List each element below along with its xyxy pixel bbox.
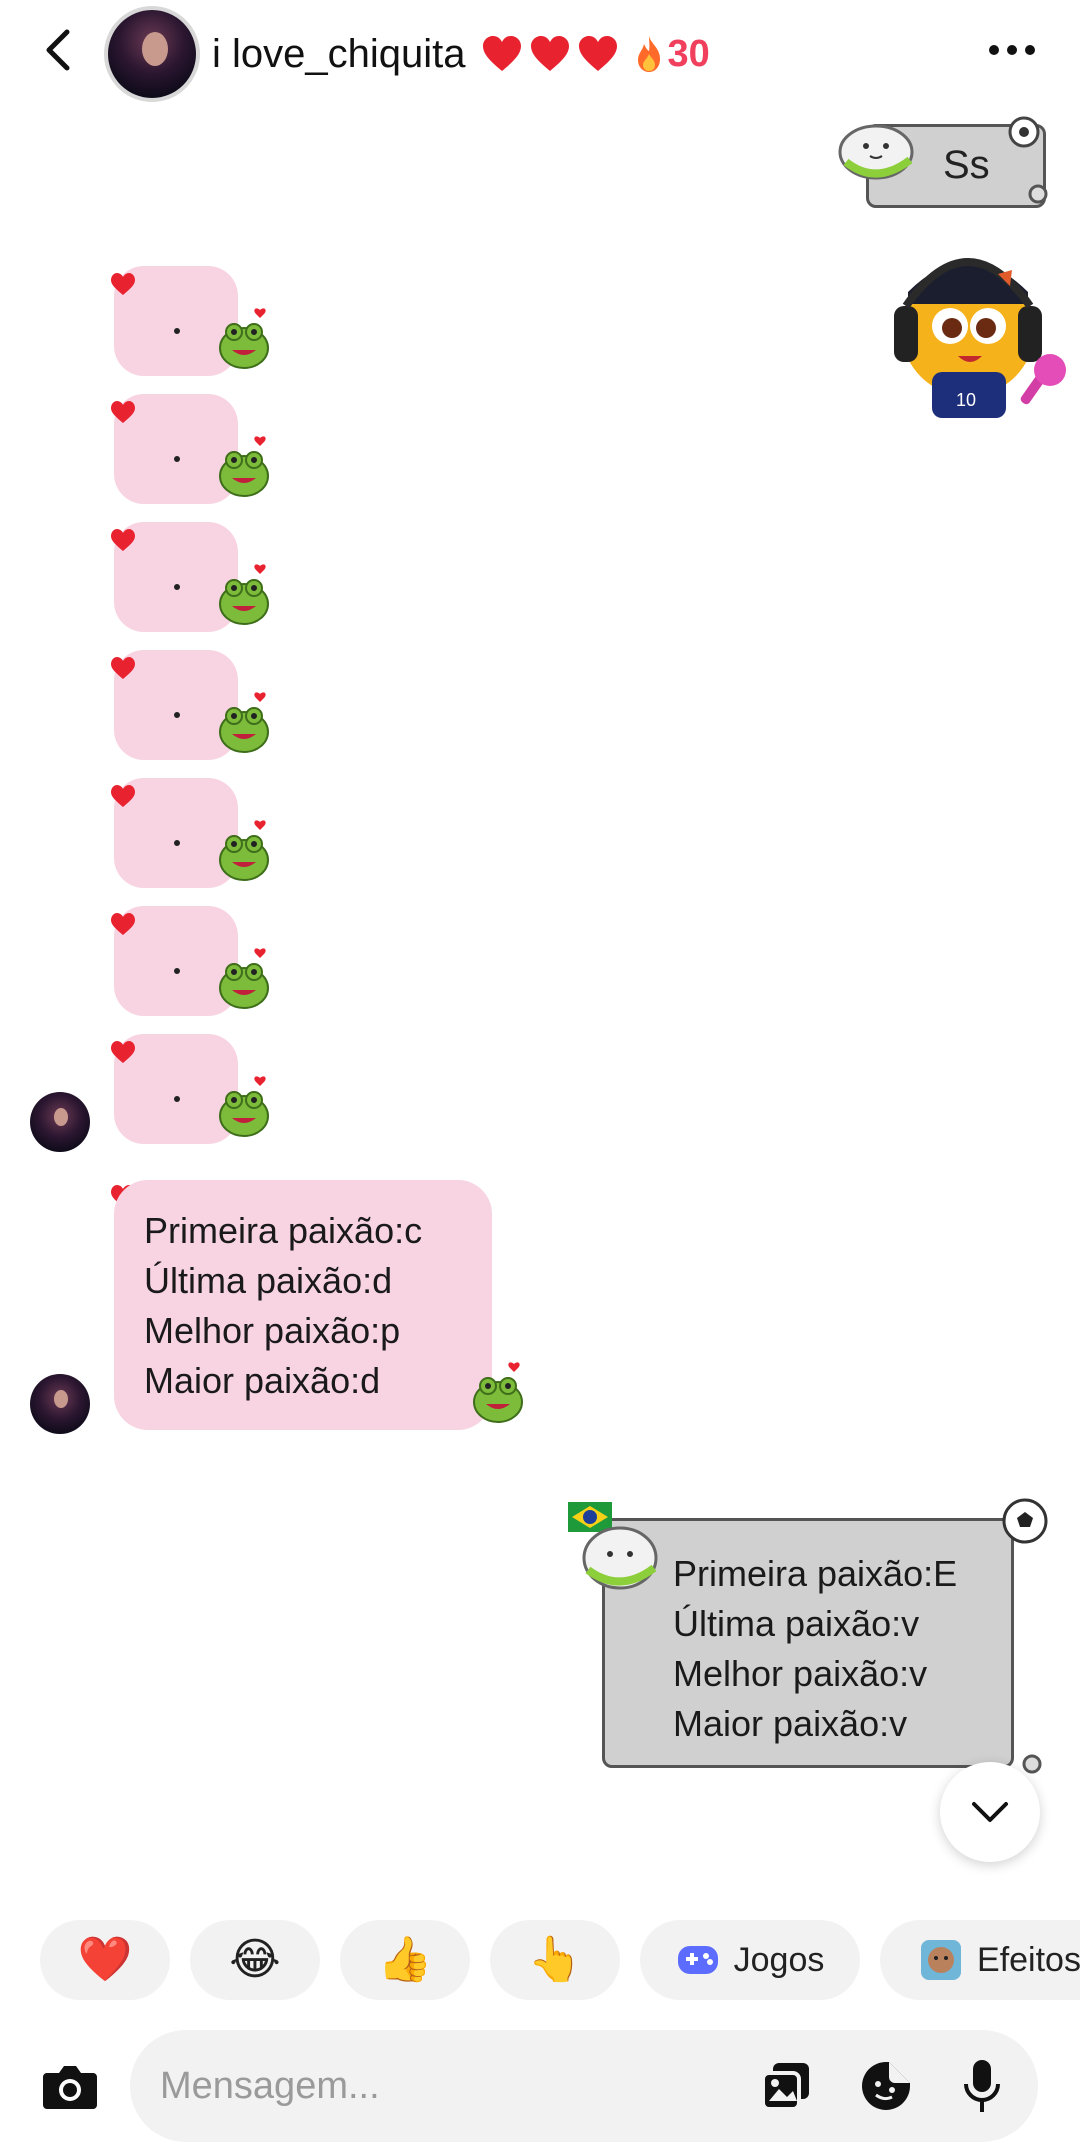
cat-sticker-icon [838,124,914,180]
effects-label: Efeitos [977,1940,1080,1979]
received-text-message[interactable]: Primeira paixão:c Última paixão:d Melhor… [114,1180,492,1430]
emoji-headphones-sticker[interactable]: 10 [878,222,1074,430]
message-text: Primeira paixão:E Última paixão:v Melhor… [673,1553,958,1744]
voice-message-button[interactable] [950,2054,1014,2118]
quick-reply-bar[interactable]: ❤️ 😂 👍 👆 Jogos Efeitos [0,1920,1080,2000]
gamepad-icon [677,1946,718,1974]
pointing-hand-icon: 👆 [527,1935,583,1984]
contact-avatar[interactable] [104,6,200,102]
chevron-down-icon [972,1802,1008,1822]
gallery-button[interactable] [754,2054,818,2118]
dot [989,45,999,55]
soccer-ball-icon [1002,1498,1048,1544]
chat-header: i love_chiquita 30 [0,0,1080,110]
red-heart-icon [578,36,617,71]
message-dot [174,456,180,462]
effects-button[interactable]: Efeitos [880,1920,1080,2000]
svg-text:10: 10 [956,390,976,410]
message-input[interactable] [160,2058,720,2114]
sender-avatar[interactable] [30,1092,90,1152]
message-dot [174,712,180,718]
games-button[interactable]: Jogos [640,1920,860,2000]
sticker-icon [862,2062,910,2110]
liked-heart-icon [111,401,135,423]
red-heart-icon: ❤️ [77,1935,133,1984]
games-label: Jogos [733,1940,825,1979]
frog-reaction-icon [219,692,269,753]
more-options-button[interactable] [982,28,1042,72]
red-heart-icon [530,36,569,71]
chat-thread[interactable]: Ss 10 Primeira paixão:c Última paixão:d … [0,110,1080,1910]
message-dot [174,968,180,974]
sticker-button[interactable] [854,2054,918,2118]
red-heart-icon [482,36,521,71]
frog-reaction-icon [219,948,269,1009]
liked-heart-icon [111,785,135,807]
sent-sticker-text: Ss [943,143,990,187]
effects-icon [921,1940,962,1980]
camera-button[interactable] [38,2054,102,2118]
camera-icon [43,2066,97,2109]
frog-reaction-icon [219,1076,269,1137]
hearts-group [480,32,620,76]
dot [1025,45,1035,55]
brazil-cat-sticker-icon [568,1502,658,1590]
microphone-icon [964,2060,1000,2112]
liked-heart-icon [111,657,135,679]
contact-title[interactable]: i love_chiquita 30 [212,26,710,82]
frog-reaction-icon [219,564,269,625]
streak-count: 30 [667,32,710,75]
flame-icon [637,36,660,72]
back-button[interactable] [30,22,86,78]
liked-heart-icon [111,913,135,935]
quick-reaction-pointing[interactable]: 👆 [490,1920,620,2000]
message-dot [174,840,180,846]
gallery-icon [761,2063,809,2111]
quick-reaction-laugh[interactable]: 😂 [190,1920,320,2000]
streak-badge: 30 [634,33,710,76]
liked-heart-icon [111,529,135,551]
liked-heart-icon [111,1041,135,1063]
message-composer [0,2026,1080,2146]
soccer-ball-icon [1008,116,1040,148]
frog-reaction-icon [219,820,269,881]
frog-reaction-icon [219,308,269,369]
message-dot [174,584,180,590]
frog-reaction-icon [219,436,269,497]
liked-heart-icon [111,273,135,295]
contact-name: i love_chiquita [212,31,466,76]
dot [1007,45,1017,55]
quick-reaction-thumbs-up[interactable]: 👍 [340,1920,470,2000]
message-input-box[interactable] [130,2030,1038,2142]
scroll-curl-icon [1028,184,1048,204]
thumbs-up-icon: 👍 [377,1935,433,1984]
message-dot [174,1096,180,1102]
sender-avatar[interactable] [30,1374,90,1434]
message-text: Primeira paixão:c Última paixão:d Melhor… [144,1210,423,1401]
frog-reaction-icon [473,1362,523,1423]
message-dot [174,328,180,334]
quick-reaction-heart[interactable]: ❤️ [40,1920,170,2000]
chevron-left-icon [46,29,70,71]
laughing-face-icon: 😂 [229,1935,281,1984]
scroll-to-bottom-button[interactable] [940,1762,1040,1862]
